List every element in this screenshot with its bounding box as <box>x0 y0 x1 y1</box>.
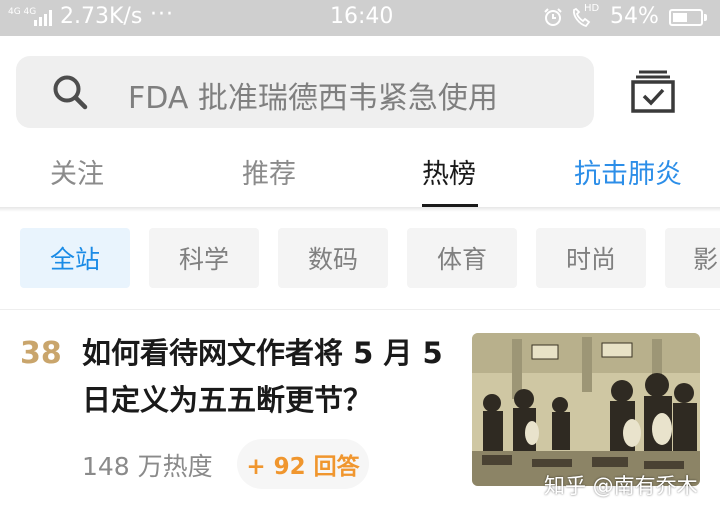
answers-badge[interactable]: + 92 回答 <box>237 439 369 489</box>
category-chip-all[interactable]: 全站 <box>20 228 130 288</box>
tasks-icon[interactable] <box>630 68 676 114</box>
category-chip-digital[interactable]: 数码 <box>278 228 388 288</box>
category-chip-sports[interactable]: 体育 <box>407 228 517 288</box>
alarm-icon <box>544 8 562 26</box>
network-speed: 2.73K/s <box>60 4 143 29</box>
question-title[interactable]: 如何看待网文作者将 5 月 5 日定义为五五断更节？ <box>82 330 452 424</box>
battery-icon <box>669 9 703 26</box>
tabs-divider <box>0 207 720 212</box>
question-thumbnail[interactable] <box>472 333 700 486</box>
tab-hot-list[interactable]: 热榜 <box>422 152 476 192</box>
category-chip-fashion[interactable]: 时尚 <box>536 228 646 288</box>
category-chip-film[interactable]: 影 <box>665 228 720 288</box>
tab-fight-pneumonia[interactable]: 抗击肺炎 <box>574 152 682 192</box>
status-bar: 4G 4G 2.73K/s ··· 16:40 HD 54% <box>0 0 720 36</box>
chips-divider <box>0 309 720 310</box>
search-icon <box>53 75 88 110</box>
more-notifications: ··· <box>150 2 174 27</box>
network-type: 4G 4G <box>8 7 37 17</box>
hd-label: HD <box>584 3 600 14</box>
signal-icon <box>34 10 52 26</box>
battery-level <box>673 13 687 22</box>
rank-number: 38 <box>20 336 62 371</box>
clock: 16:40 <box>330 4 394 29</box>
search-placeholder[interactable]: FDA 批准瑞德西韦紧急使用 <box>128 73 498 117</box>
tab-follow[interactable]: 关注 <box>50 152 104 192</box>
battery-percent: 54% <box>610 4 659 29</box>
category-chip-science[interactable]: 科学 <box>149 228 259 288</box>
tab-recommend[interactable]: 推荐 <box>242 152 296 192</box>
search-bar[interactable]: FDA 批准瑞德西韦紧急使用 <box>16 56 594 128</box>
battery-tip <box>704 14 707 21</box>
heat-count: 148 万热度 <box>82 452 213 481</box>
watermark: 知乎 @南有乔木 <box>544 474 698 498</box>
